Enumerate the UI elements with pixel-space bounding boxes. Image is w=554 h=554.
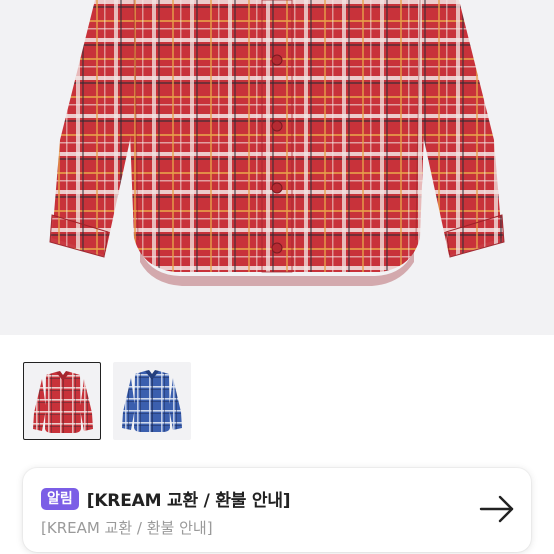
thumbnail-list — [23, 362, 191, 440]
notice-title-row: 알림 [KREAM 교환 / 환불 안내] — [41, 486, 291, 511]
thumbnail-red-plaid[interactable] — [23, 362, 101, 440]
shirt-image — [49, 0, 505, 286]
notice-subtitle: [KREAM 교환 / 환불 안내] — [41, 519, 213, 537]
product-detail-page: 알림 [KREAM 교환 / 환불 안내] [KREAM 교환 / 환불 안내] — [0, 0, 554, 554]
arrow-right-icon[interactable] — [479, 494, 515, 524]
product-main-image — [0, 0, 554, 335]
thumbnail-blue-plaid[interactable] — [113, 362, 191, 440]
notice-banner[interactable]: 알림 [KREAM 교환 / 환불 안내] [KREAM 교환 / 환불 안내] — [23, 468, 531, 552]
notice-title: [KREAM 교환 / 환불 안내] — [86, 491, 291, 511]
shirt-thumbnail-blue — [122, 370, 182, 432]
notice-badge: 알림 — [41, 487, 79, 510]
shirt-thumbnail-red — [33, 371, 93, 433]
